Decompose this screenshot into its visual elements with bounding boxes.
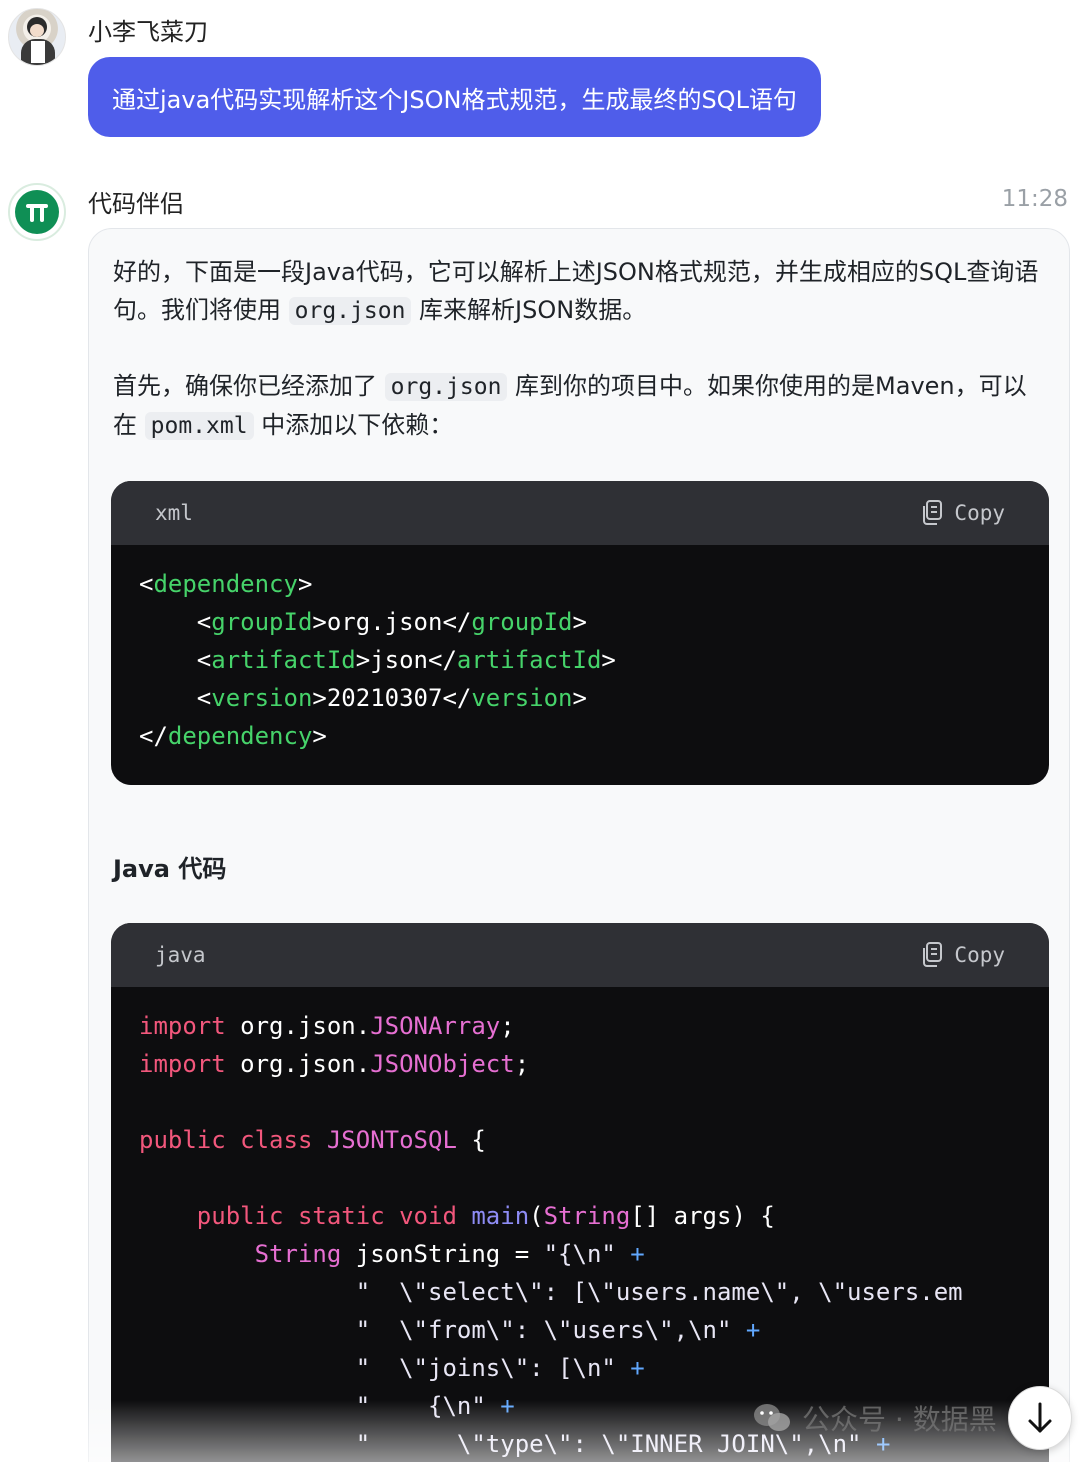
intro-text-end: 库来解析JSON数据。 bbox=[411, 296, 647, 324]
copy-button[interactable]: Copy bbox=[920, 941, 1005, 969]
code-language-label: java bbox=[155, 943, 206, 967]
copy-label: Copy bbox=[954, 501, 1005, 525]
bot-message-card: 好的，下面是一段Java代码，它可以解析上述JSON格式规范，并生成相应的SQL… bbox=[88, 228, 1070, 1462]
setup-text-end: 中添加以下依赖： bbox=[253, 411, 454, 439]
inline-code: pom.xml bbox=[144, 412, 254, 440]
section-heading: Java 代码 bbox=[113, 855, 227, 883]
user-message-bubble: 通过java代码实现解析这个JSON格式规范，生成最终的SQL语句 bbox=[88, 57, 821, 137]
arrow-down-icon bbox=[1028, 1402, 1052, 1433]
avatar-face bbox=[30, 24, 44, 37]
setup-paragraph: 首先，确保你已经添加了 org.json 库到你的项目中。如果你使用的是Mave… bbox=[113, 367, 1043, 445]
setup-text: 首先，确保你已经添加了 bbox=[113, 372, 385, 400]
java-code-content[interactable]: import org.json.JSONArray; import org.js… bbox=[111, 987, 1049, 1462]
user-name: 小李飞菜刀 bbox=[88, 18, 208, 46]
avatar-shirt bbox=[31, 41, 45, 63]
bot-name: 代码伴侣 bbox=[88, 190, 184, 218]
user-avatar[interactable] bbox=[8, 8, 66, 66]
watermark: 公众号 · 数据黑 bbox=[752, 1398, 997, 1438]
code-block-header: xml Copy bbox=[111, 481, 1049, 545]
xml-code-content[interactable]: <dependency> <groupId>org.json</groupId>… bbox=[111, 545, 1049, 775]
java-code-block: java Copy import org.json.JSONArray; imp… bbox=[111, 923, 1049, 1462]
inline-code: org.json bbox=[384, 373, 508, 401]
code-block-header: java Copy bbox=[111, 923, 1049, 987]
bot-logo-icon bbox=[15, 190, 59, 234]
xml-code-block: xml Copy <dependency> <groupId>org.json<… bbox=[111, 481, 1049, 785]
copy-icon bbox=[923, 942, 943, 967]
message-timestamp: 11:28 bbox=[1001, 186, 1068, 212]
code-language-label: xml bbox=[155, 501, 193, 525]
intro-paragraph: 好的，下面是一段Java代码，它可以解析上述JSON格式规范，并生成相应的SQL… bbox=[113, 253, 1043, 330]
bot-avatar[interactable] bbox=[8, 183, 66, 241]
copy-label: Copy bbox=[954, 943, 1005, 967]
wechat-icon bbox=[754, 1404, 790, 1431]
copy-button[interactable]: Copy bbox=[920, 499, 1005, 527]
inline-code: org.json bbox=[288, 297, 412, 325]
scroll-to-bottom-button[interactable] bbox=[1008, 1386, 1072, 1450]
watermark-text: 公众号 · 数据黑 bbox=[802, 1403, 997, 1436]
copy-icon bbox=[923, 500, 943, 525]
